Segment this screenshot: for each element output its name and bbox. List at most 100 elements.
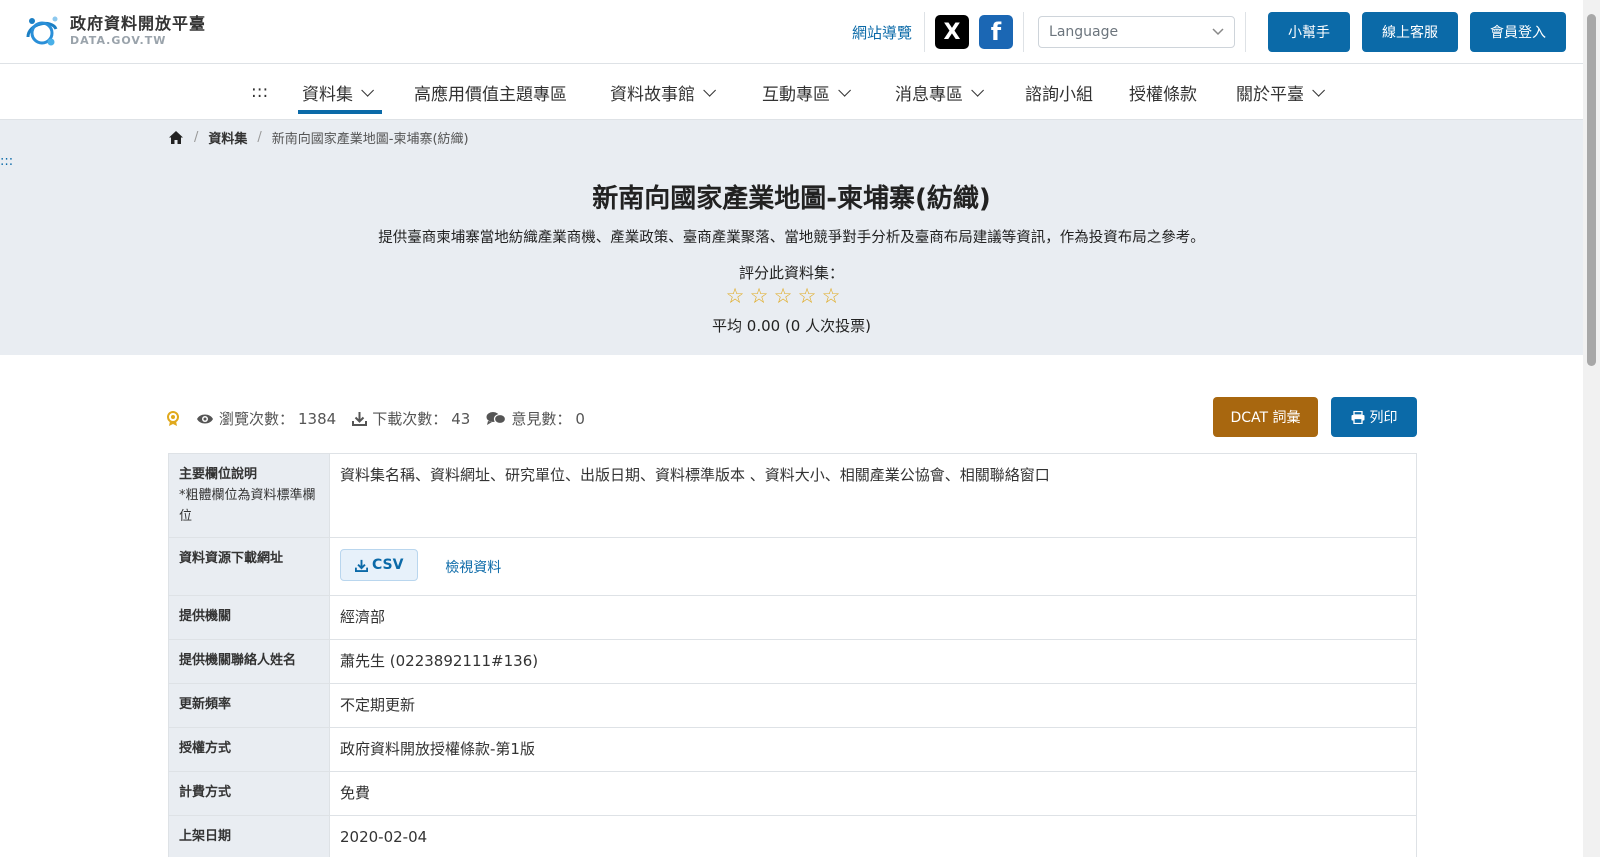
comments-count: 0 (575, 409, 585, 428)
fields-note: *粗體欄位為資料標準欄位 (179, 488, 316, 524)
rating-stars: ☆ ☆ ☆ ☆ ☆ (723, 284, 843, 308)
table-row: 計費方式 免費 (168, 771, 1417, 816)
dataset-stats: 瀏覽次數： 1384 下載次數： 43 意見數： 0 (166, 408, 601, 429)
content-accessibility-anchor[interactable]: ::: (0, 154, 13, 169)
nav-item-about[interactable]: 關於平臺 (1236, 78, 1325, 106)
table-row: 更新頻率 不定期更新 (168, 683, 1417, 728)
breadcrumb-separator: / (257, 130, 262, 145)
divider (1245, 12, 1247, 52)
chevron-down-icon (361, 83, 374, 97)
table-row: 提供機關 經濟部 (168, 595, 1417, 640)
dcat-vocabulary-button[interactable]: DCAT 詞彙 (1213, 397, 1318, 437)
x-twitter-icon[interactable]: X (935, 15, 970, 49)
provider-key: 提供機關 (168, 595, 330, 640)
star-icon[interactable]: ☆ (819, 284, 843, 308)
breadcrumb-current: 新南向國家產業地圖-柬埔寨(紡織) (271, 132, 469, 147)
chevron-down-icon (703, 83, 716, 97)
print-button[interactable]: 列印 (1331, 397, 1417, 437)
site-logo[interactable]: 政府資料開放平臺 DATA.GOV.TW (22, 11, 206, 51)
member-login-button[interactable]: 會員登入 (1470, 12, 1567, 52)
table-row: 提供機關聯絡人姓名 蕭先生 (0223892111#136) (168, 639, 1417, 684)
language-select-value: Language (1049, 24, 1119, 40)
table-row: 資料資源下載網址 CSV 檢視資料 (168, 537, 1417, 596)
table-row: 上架日期 2020-02-04 (168, 815, 1417, 857)
nav-item-stories[interactable]: 資料故事館 (610, 78, 716, 106)
dataset-hero: / 資料集 / 新南向國家產業地圖-柬埔寨(紡織) ::: 新南向國家產業地圖-… (0, 120, 1583, 355)
nav-item-high-value[interactable]: 高應用價值主題專區 (414, 78, 567, 106)
award-badge-icon (167, 410, 179, 426)
star-icon[interactable]: ☆ (795, 284, 819, 308)
nav-item-label: 資料集 (302, 84, 353, 105)
view-data-link[interactable]: 檢視資料 (445, 560, 501, 576)
dataset-description: 提供臺商柬埔寨當地紡織產業商機、產業政策、臺商產業聚落、當地競爭對手分析及臺商布… (378, 230, 1205, 246)
logo-title: 政府資料開放平臺 (70, 14, 207, 33)
rating-average: 平均 0.00 (0 人次投票) (712, 317, 871, 335)
downloads-count: 43 (451, 409, 471, 428)
views-label: 瀏覽次數： (219, 410, 295, 428)
main-nav: ::: 資料集 高應用價值主題專區 資料故事館 互動專區 消息專區 諮詢小組 授… (0, 64, 1583, 120)
page-title: 新南向國家產業地圖-柬埔寨(紡織) (592, 184, 991, 214)
eye-icon (197, 414, 213, 423)
provider-link[interactable]: 經濟部 (329, 595, 1417, 640)
fields-value: 資料集名稱、資料網址、研究單位、出版日期、資料標準版本 、資料大小、相關產業公協… (329, 453, 1417, 538)
nav-accessibility-anchor[interactable]: ::: (251, 78, 268, 106)
nav-item-label: 授權條款 (1129, 84, 1197, 105)
contact-key: 提供機關聯絡人姓名 (168, 639, 330, 684)
breadcrumb-separator: / (194, 130, 199, 145)
nav-item-license[interactable]: 授權條款 (1129, 78, 1197, 106)
facebook-icon[interactable]: f (979, 15, 1014, 49)
site-header: 政府資料開放平臺 DATA.GOV.TW 網站導覽 X f Language 小… (0, 0, 1583, 64)
csv-download-button[interactable]: CSV (340, 549, 419, 581)
update-frequency-key: 更新頻率 (168, 683, 330, 728)
chevron-down-icon (1312, 83, 1325, 97)
downloads-label: 下載次數： (372, 410, 448, 428)
nav-item-datasets[interactable]: 資料集 (302, 78, 374, 106)
nav-item-advisory[interactable]: 諮詢小組 (1025, 78, 1093, 106)
online-service-button[interactable]: 線上客服 (1362, 12, 1459, 52)
scrollbar-thumb[interactable] (1587, 14, 1596, 366)
download-key: 資料資源下載網址 (168, 537, 330, 596)
chevron-down-icon (1212, 28, 1224, 36)
logo-subtitle: DATA.GOV.TW (70, 34, 167, 47)
update-frequency-value: 不定期更新 (329, 683, 1417, 728)
row-key: 主要欄位說明 *粗體欄位為資料標準欄位 (168, 453, 330, 538)
dataset-details-table: 主要欄位說明 *粗體欄位為資料標準欄位 資料集名稱、資料網址、研究單位、出版日期… (168, 453, 1417, 857)
nav-item-label: 高應用價值主題專區 (414, 84, 567, 105)
nav-item-news[interactable]: 消息專區 (895, 78, 984, 106)
print-label: 列印 (1369, 410, 1398, 426)
license-key: 授權方式 (168, 727, 330, 772)
contact-value: 蕭先生 (0223892111#136) (329, 639, 1417, 684)
printer-icon (1351, 410, 1364, 424)
publish-date-key: 上架日期 (168, 815, 330, 857)
rating-label: 評分此資料集： (738, 264, 844, 282)
publish-date-value: 2020-02-04 (329, 815, 1417, 857)
sitemap-link[interactable]: 網站導覽 (852, 22, 912, 43)
divider (1023, 12, 1025, 52)
download-icon (352, 412, 368, 426)
table-row: 授權方式 政府資料開放授權條款-第1版 (168, 727, 1417, 772)
logo-icon (22, 11, 62, 51)
divider (924, 12, 926, 52)
download-links: CSV 檢視資料 (329, 537, 1417, 596)
license-value: 政府資料開放授權條款-第1版 (329, 727, 1417, 772)
language-select[interactable]: Language (1038, 16, 1236, 48)
fee-value: 免費 (329, 771, 1417, 816)
star-icon[interactable]: ☆ (723, 284, 747, 308)
nav-item-label: 關於平臺 (1236, 84, 1304, 105)
nav-item-interactive[interactable]: 互動專區 (762, 78, 851, 106)
views-count: 1384 (298, 409, 337, 428)
comments-label: 意見數： (511, 410, 572, 428)
fee-key: 計費方式 (168, 771, 330, 816)
helper-button[interactable]: 小幫手 (1268, 12, 1351, 52)
home-icon[interactable] (168, 130, 184, 145)
nav-active-indicator (298, 110, 382, 114)
nav-item-label: 消息專區 (895, 84, 963, 105)
star-icon[interactable]: ☆ (747, 284, 771, 308)
chevron-down-icon (971, 83, 984, 97)
breadcrumb: / 資料集 / 新南向國家產業地圖-柬埔寨(紡織) (168, 128, 469, 147)
nav-item-label: 資料故事館 (610, 84, 695, 105)
nav-item-label: 諮詢小組 (1025, 84, 1093, 105)
star-icon[interactable]: ☆ (771, 284, 795, 308)
breadcrumb-datasets[interactable]: 資料集 (208, 128, 247, 147)
comments-icon (486, 412, 507, 425)
